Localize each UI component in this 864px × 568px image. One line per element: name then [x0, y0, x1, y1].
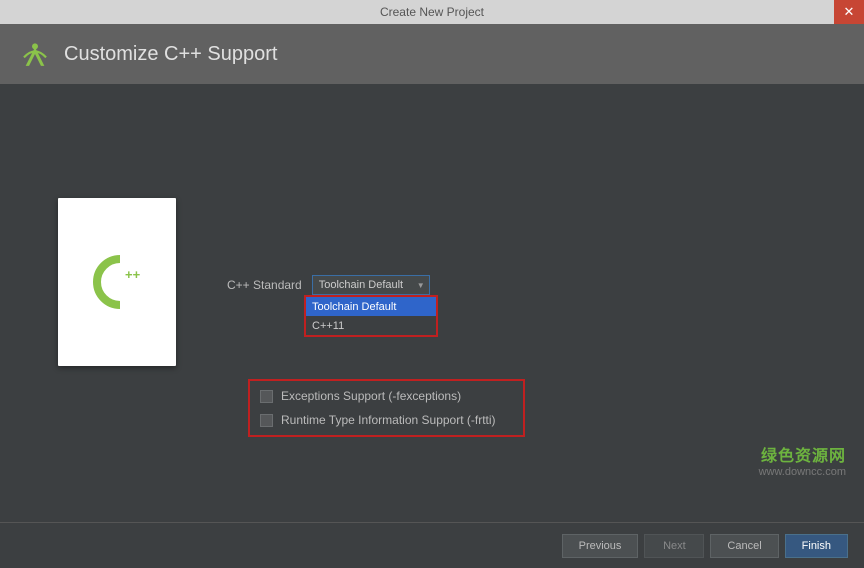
cancel-button[interactable]: Cancel	[710, 534, 778, 558]
dropdown-option-cpp11[interactable]: C++11	[306, 316, 436, 335]
window-title: Create New Project	[380, 5, 484, 19]
dropdown-option-toolchain-default[interactable]: Toolchain Default	[306, 297, 436, 316]
svg-text:++: ++	[125, 267, 141, 282]
close-button[interactable]: ✕	[834, 0, 864, 24]
checkbox-exceptions[interactable]	[260, 390, 273, 403]
content-area: ++ C++ Standard Toolchain Default ▼ Tool…	[0, 84, 864, 522]
dropdown-value: Toolchain Default	[319, 279, 403, 291]
chevron-down-icon: ▼	[417, 281, 425, 290]
footer: Previous Next Cancel Finish	[0, 522, 864, 568]
exceptions-support-row[interactable]: Exceptions Support (-fexceptions)	[260, 389, 513, 403]
previous-button[interactable]: Previous	[562, 534, 639, 558]
next-button[interactable]: Next	[644, 534, 704, 558]
rtti-support-row[interactable]: Runtime Type Information Support (-frtti…	[260, 413, 513, 427]
exceptions-label: Exceptions Support (-fexceptions)	[281, 389, 461, 403]
finish-button[interactable]: Finish	[785, 534, 848, 558]
watermark: 绿色资源网 www.downcc.com	[759, 442, 846, 478]
header: Customize C++ Support	[0, 24, 864, 84]
cpp-standard-row: C++ Standard Toolchain Default ▼	[227, 275, 430, 295]
cpp-logo-icon: ++	[82, 247, 152, 317]
cpp-standard-dropdown-list: Toolchain Default C++11	[304, 295, 438, 337]
watermark-text: 绿色资源网	[759, 442, 846, 466]
titlebar: Create New Project ✕	[0, 0, 864, 24]
page-title: Customize C++ Support	[64, 43, 277, 66]
cpp-standard-dropdown[interactable]: Toolchain Default ▼	[312, 275, 430, 295]
close-icon: ✕	[844, 4, 855, 20]
preview-card: ++	[58, 198, 176, 366]
rtti-label: Runtime Type Information Support (-frtti…	[281, 413, 496, 427]
checkbox-group: Exceptions Support (-fexceptions) Runtim…	[248, 379, 525, 437]
watermark-url: www.downcc.com	[759, 466, 846, 478]
checkbox-rtti[interactable]	[260, 414, 273, 427]
android-studio-logo-icon	[18, 37, 52, 71]
cpp-standard-label: C++ Standard	[227, 278, 302, 292]
